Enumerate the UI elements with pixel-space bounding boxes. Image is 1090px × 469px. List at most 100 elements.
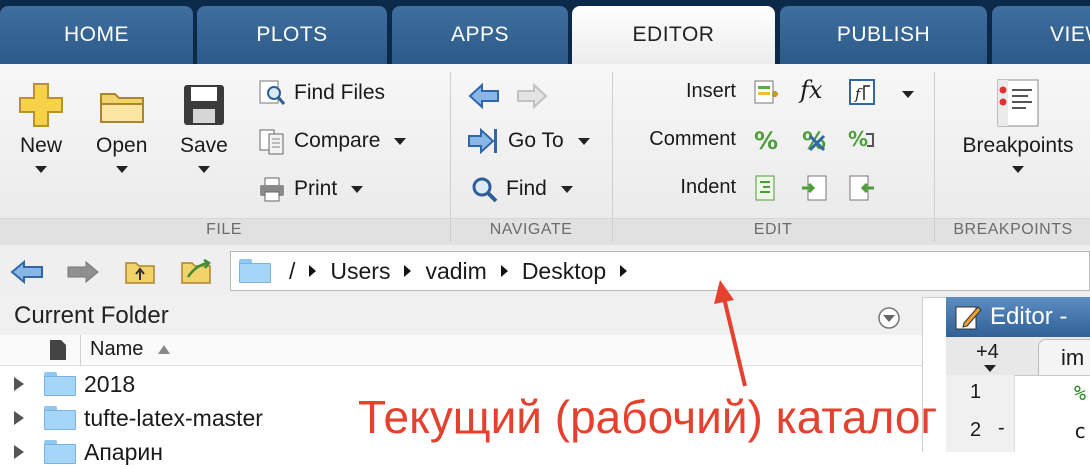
tab-plots[interactable]: PLOTS bbox=[197, 6, 387, 64]
compare-icon bbox=[259, 129, 284, 155]
current-folder-path[interactable]: / Users vadim Desktop bbox=[230, 251, 1090, 291]
breakpoints-dropdown-icon bbox=[1012, 166, 1024, 173]
editor-file-tab[interactable]: im bbox=[1038, 339, 1090, 375]
browse-folder-icon[interactable] bbox=[180, 257, 214, 285]
insert-function-icon[interactable]: fx bbox=[800, 76, 828, 104]
save-label: Save bbox=[180, 134, 228, 157]
group-divider bbox=[612, 72, 613, 242]
new-label: New bbox=[19, 134, 62, 157]
more-tabs-dropdown-icon[interactable] bbox=[984, 365, 996, 372]
path-folder-icon bbox=[239, 259, 271, 283]
breadcrumb-users[interactable]: Users bbox=[330, 258, 390, 285]
breakpoints-icon bbox=[997, 79, 1039, 127]
address-bar: / Users vadim Desktop bbox=[0, 245, 1090, 298]
breadcrumb-desktop[interactable]: Desktop bbox=[522, 258, 606, 285]
find-button[interactable]: Find bbox=[470, 172, 573, 206]
printer-icon bbox=[260, 177, 284, 202]
breadcrumb-arrow-icon[interactable] bbox=[309, 265, 317, 277]
forward-arrow-icon[interactable] bbox=[66, 259, 100, 285]
path-root[interactable]: / bbox=[289, 258, 295, 285]
folder-icon bbox=[44, 406, 76, 430]
tab-publish-label: PUBLISH bbox=[836, 23, 931, 46]
indent-label: Indent bbox=[680, 176, 736, 198]
group-divider bbox=[934, 72, 935, 242]
current-folder-title: Current Folder bbox=[14, 302, 169, 329]
smart-indent-icon[interactable] bbox=[752, 174, 780, 202]
insert-dropdown-icon[interactable] bbox=[902, 91, 914, 98]
code-line: c bbox=[1074, 419, 1087, 443]
expand-arrow-icon[interactable] bbox=[14, 377, 24, 391]
column-header: Name bbox=[0, 335, 922, 366]
tab-apps[interactable]: APPS bbox=[392, 6, 568, 64]
insert-local-function-icon[interactable]: f bbox=[848, 78, 876, 106]
compare-dropdown-icon bbox=[394, 137, 407, 145]
comment-label: Comment bbox=[649, 128, 736, 150]
new-button[interactable]: New bbox=[18, 82, 64, 173]
current-folder-header: Current Folder bbox=[0, 297, 922, 336]
find-label: Find bbox=[506, 177, 547, 200]
wrap-comments-icon[interactable]: % bbox=[848, 126, 876, 154]
code-area[interactable]: % c bbox=[1020, 377, 1090, 452]
new-dropdown-icon bbox=[35, 166, 47, 173]
tab-editor[interactable]: EDITOR bbox=[572, 6, 775, 64]
editor-ribbon: New Open Save Find Files Compare Print F… bbox=[0, 64, 1090, 245]
new-plus-icon bbox=[19, 83, 63, 127]
file-type-icon bbox=[50, 340, 66, 360]
compare-button[interactable]: Compare bbox=[258, 124, 407, 158]
print-dropdown-icon bbox=[351, 185, 364, 193]
breadcrumb-arrow-icon[interactable] bbox=[404, 265, 412, 277]
folder-icon bbox=[44, 440, 76, 464]
panel-actions-icon[interactable] bbox=[877, 306, 901, 330]
open-button[interactable]: Open bbox=[96, 82, 147, 173]
breadcrumb-arrow-icon[interactable] bbox=[620, 265, 628, 277]
up-folder-icon[interactable] bbox=[124, 257, 156, 285]
back-arrow-icon[interactable] bbox=[10, 259, 44, 285]
tab-editor-label: EDITOR bbox=[632, 23, 715, 46]
code-line: % bbox=[1074, 381, 1087, 405]
decrease-indent-icon[interactable] bbox=[848, 174, 876, 202]
tab-publish[interactable]: PUBLISH bbox=[780, 6, 987, 64]
editor-title: Editor - bbox=[990, 303, 1068, 330]
folder-name: 2018 bbox=[84, 370, 136, 397]
tab-home[interactable]: HOME bbox=[0, 6, 193, 64]
breakpoint-marker[interactable]: - bbox=[998, 417, 1005, 440]
open-label: Open bbox=[96, 134, 148, 157]
compare-label: Compare bbox=[294, 129, 381, 152]
save-button[interactable]: Save bbox=[180, 82, 228, 173]
tab-view[interactable]: VIEW bbox=[992, 6, 1090, 64]
editor-pencil-icon bbox=[955, 306, 982, 330]
sort-ascending-icon bbox=[158, 345, 170, 354]
more-tabs-count[interactable]: +4 bbox=[976, 341, 999, 364]
expand-arrow-icon[interactable] bbox=[14, 445, 24, 459]
edit-group-title: EDIT bbox=[753, 221, 793, 238]
line-number: 1 bbox=[970, 381, 982, 403]
expand-arrow-icon[interactable] bbox=[14, 411, 24, 425]
breakpoints-label: Breakpoints bbox=[962, 134, 1074, 157]
svg-text:%: % bbox=[848, 127, 868, 151]
breadcrumb-arrow-icon[interactable] bbox=[500, 265, 508, 277]
insert-label: Insert bbox=[685, 80, 736, 102]
increase-indent-icon[interactable] bbox=[800, 174, 828, 202]
uncomment-icon[interactable]: % bbox=[800, 126, 828, 154]
find-files-button[interactable]: Find Files bbox=[258, 76, 385, 110]
folder-icon bbox=[44, 372, 76, 396]
goto-arrow-icon bbox=[468, 127, 497, 155]
breakpoints-button[interactable]: Breakpoints bbox=[948, 78, 1088, 173]
insert-section-icon[interactable] bbox=[752, 78, 780, 106]
breadcrumb-vadim[interactable]: vadim bbox=[425, 258, 486, 285]
print-button[interactable]: Print bbox=[258, 172, 364, 206]
toolstrip-tabs: HOME PLOTS APPS EDITOR PUBLISH VIEW bbox=[0, 0, 1090, 64]
editor-title-bar: Editor - bbox=[946, 297, 1090, 337]
editor-file-tab-label: im bbox=[1061, 345, 1085, 370]
back-arrow-icon[interactable] bbox=[468, 82, 500, 110]
comment-percent-icon[interactable]: % bbox=[752, 126, 780, 154]
goto-button[interactable]: Go To bbox=[466, 124, 590, 158]
annotation-label: Текущий (рабочий) каталог bbox=[358, 391, 938, 443]
line-number-gutter: 1 2 - bbox=[946, 375, 1015, 452]
file-group-title: FILE bbox=[206, 221, 242, 238]
goto-label: Go To bbox=[508, 129, 564, 152]
svg-text:%: % bbox=[754, 127, 778, 154]
save-dropdown-icon bbox=[197, 166, 210, 173]
name-column-header[interactable]: Name bbox=[90, 338, 143, 361]
forward-arrow-icon[interactable] bbox=[516, 82, 548, 110]
